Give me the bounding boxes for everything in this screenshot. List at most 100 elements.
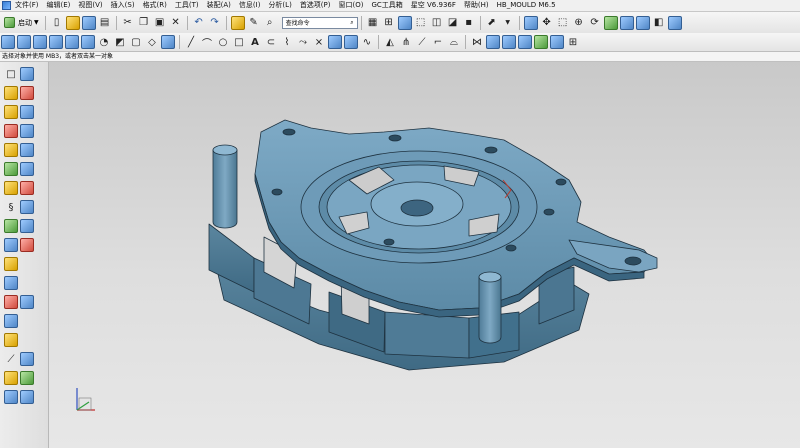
shaded-icon[interactable] (619, 15, 634, 30)
through-curves-icon[interactable]: ⋔ (399, 35, 413, 49)
render-style-icon[interactable] (603, 15, 618, 30)
revolve-icon[interactable] (33, 35, 47, 49)
display-icon[interactable]: ◫ (430, 16, 444, 30)
recent-files-icon[interactable] (230, 15, 245, 30)
menu-preferences[interactable]: 首选项(P) (296, 0, 335, 11)
resize-blend-icon[interactable] (550, 35, 564, 49)
part-navigator-icon[interactable] (20, 67, 34, 81)
library-icon[interactable] (20, 238, 34, 252)
cooling-icon[interactable] (4, 162, 18, 176)
mold-wizard-icon[interactable] (20, 86, 34, 100)
pocket-icon[interactable] (81, 35, 95, 49)
history-mode-icon[interactable] (4, 390, 18, 404)
unite-icon[interactable] (328, 35, 342, 49)
orient-icon[interactable]: ✥ (540, 16, 554, 30)
remove-icon[interactable] (4, 295, 18, 309)
ejector-icon[interactable] (4, 143, 18, 157)
view-icon[interactable] (523, 15, 538, 30)
move-face-icon[interactable] (486, 35, 500, 49)
offset-region-icon[interactable] (534, 35, 548, 49)
menu-xingkong[interactable]: 星空 V6.936F (407, 0, 460, 11)
command-finder-input[interactable]: 查找命令 ⌕ (281, 16, 358, 29)
new-file-icon[interactable]: ▯ (50, 16, 64, 30)
extrude-icon[interactable] (17, 35, 31, 49)
move-object-icon[interactable]: ⬚ (414, 16, 428, 30)
slider-icon[interactable] (20, 143, 34, 157)
reuse-library-icon[interactable] (20, 390, 34, 404)
gate-icon[interactable] (20, 162, 34, 176)
open-folder-icon[interactable] (65, 15, 80, 30)
menu-window[interactable]: 窗口(O) (335, 0, 368, 11)
graphics-window[interactable] (49, 62, 800, 448)
bom-icon[interactable] (4, 219, 18, 233)
core-icon[interactable] (20, 124, 34, 138)
menu-tools[interactable]: 工具(T) (171, 0, 203, 11)
start-button[interactable]: 启动 ▼ (0, 17, 42, 28)
subtract-icon[interactable] (344, 35, 358, 49)
edit-object-icon[interactable]: ✎ (247, 16, 261, 30)
spring-icon[interactable]: § (4, 200, 18, 214)
save-icon[interactable] (81, 15, 96, 30)
surface-icon[interactable]: ◭ (383, 35, 397, 49)
redo-icon[interactable]: ↷ (208, 16, 222, 30)
paste-icon[interactable]: ▣ (153, 16, 167, 30)
drafting-icon[interactable]: ⟋ (4, 352, 18, 366)
offset-curve-icon[interactable]: ⊂ (264, 35, 278, 49)
boss-icon[interactable] (65, 35, 79, 49)
insert-icon[interactable] (4, 124, 18, 138)
bounded-plane-icon[interactable]: ⟋ (415, 35, 429, 49)
fit-icon[interactable]: ⬚ (556, 16, 570, 30)
menu-file[interactable]: 文件(F) (11, 0, 43, 11)
menu-hb-mould[interactable]: HB_MOULD M6.5 (493, 0, 560, 11)
menu-insert[interactable]: 插入(S) (107, 0, 139, 11)
draft-icon[interactable]: ◇ (145, 35, 159, 49)
trim-curve-icon[interactable]: ⌇ (280, 35, 294, 49)
rotate-icon[interactable]: ⟳ (588, 16, 602, 30)
undo-icon[interactable]: ↶ (192, 16, 206, 30)
view-manager-icon[interactable] (4, 257, 18, 271)
snap-grid-icon[interactable]: ▦ (366, 16, 380, 30)
text-icon[interactable]: A (248, 35, 262, 49)
arc-icon[interactable]: ⌒ (200, 35, 214, 50)
runner-icon[interactable] (4, 181, 18, 195)
line-icon[interactable]: ╱ (184, 35, 198, 49)
menu-info[interactable]: 信息(I) (235, 0, 265, 11)
history-icon[interactable] (4, 276, 18, 290)
replace-face-icon[interactable] (502, 35, 516, 49)
filter-icon[interactable]: ⊞ (382, 16, 396, 30)
cylinder-icon[interactable] (161, 35, 175, 49)
palette-icon[interactable] (4, 333, 18, 347)
system-materials-icon[interactable] (20, 352, 34, 366)
layer-icon[interactable] (397, 15, 412, 30)
parting-icon[interactable] (20, 105, 34, 119)
zoom-icon[interactable]: ⊕ (572, 16, 586, 30)
command-finder-icon[interactable]: ⌕ (263, 16, 277, 30)
check-icon[interactable] (20, 295, 34, 309)
sketch-icon[interactable] (1, 35, 15, 49)
shell-icon[interactable]: ▢ (129, 35, 143, 49)
delete-face-icon[interactable] (518, 35, 532, 49)
menu-help[interactable]: 帮助(H) (460, 0, 493, 11)
cut-icon[interactable]: ✂ (121, 16, 135, 30)
standard-part-icon[interactable] (20, 200, 34, 214)
menu-view[interactable]: 视图(V) (74, 0, 106, 11)
curve-tools-icon[interactable]: ∿ (360, 35, 374, 49)
select-box-icon[interactable]: □ (4, 67, 18, 81)
web-browser-icon[interactable] (4, 314, 18, 328)
intersection-curve-icon[interactable]: ⨯ (312, 35, 326, 49)
sew-icon[interactable]: ⌐ (431, 35, 445, 49)
measure-icon[interactable]: ⊞ (566, 35, 580, 49)
copy-icon[interactable]: ❐ (137, 16, 151, 30)
section-icon[interactable]: ◧ (652, 16, 666, 30)
show-hide-icon[interactable]: ◪ (446, 16, 460, 30)
menu-analysis[interactable]: 分析(L) (264, 0, 295, 11)
pocket-tool-icon[interactable] (20, 219, 34, 233)
block-icon[interactable] (4, 86, 18, 100)
menu-assembly[interactable]: 装配(A) (203, 0, 235, 11)
sweep-icon[interactable]: ⌓ (447, 35, 461, 49)
menu-format[interactable]: 格式(R) (139, 0, 171, 11)
process-studio-icon[interactable] (4, 371, 18, 385)
wireframe-icon[interactable] (635, 15, 650, 30)
menu-gc-toolbox[interactable]: GC工具箱 (367, 0, 406, 11)
roles-icon[interactable] (20, 371, 34, 385)
